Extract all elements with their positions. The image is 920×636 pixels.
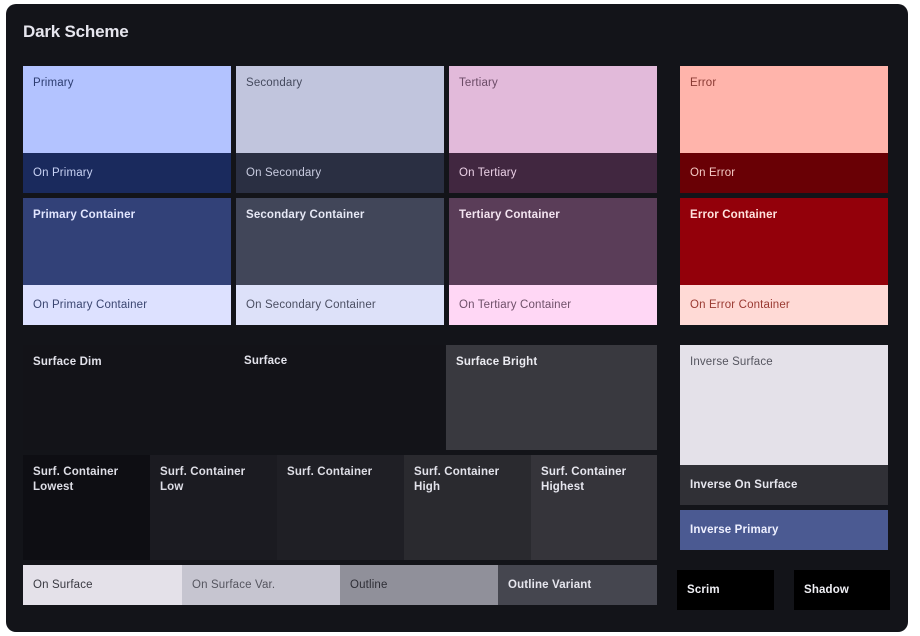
swatch-scrim-label: Scrim (687, 583, 720, 596)
swatch-outline-variant-label: Outline Variant (508, 578, 592, 591)
swatch-surface: Surface (234, 345, 445, 450)
swatch-shadow: Shadow (794, 570, 890, 610)
swatch-on-surface-label: On Surface (33, 578, 93, 591)
swatch-on-tertiary: On Tertiary (449, 153, 657, 193)
swatch-on-tertiary-container-label: On Tertiary Container (459, 298, 572, 311)
swatch-secondary-container: Secondary Container (236, 198, 444, 285)
swatch-error-label: Error (690, 77, 717, 89)
swatch-surface-label: Surface (244, 355, 288, 367)
swatch-inverse-primary: Inverse Primary (680, 510, 888, 550)
swatch-on-error: On Error (680, 153, 888, 193)
swatch-secondary-container-label: Secondary Container (246, 209, 365, 221)
swatch-on-secondary: On Secondary (236, 153, 444, 193)
swatch-on-error-container-label: On Error Container (690, 298, 790, 311)
scheme-title: Dark Scheme (23, 22, 129, 41)
swatch-surf-container-low-label-1: Surf. Container (160, 466, 246, 478)
swatch-surf-container-high-label-2: High (414, 481, 441, 493)
swatch-on-primary: On Primary (23, 153, 231, 193)
swatch-surf-container-highest: Surf. Container Highest (531, 455, 657, 560)
swatch-tertiary: Tertiary (449, 66, 657, 153)
swatch-error-container: Error Container (680, 198, 888, 285)
swatch-inverse-on-surface-label: Inverse On Surface (690, 478, 798, 491)
swatch-surf-container-highest-label-2: Highest (541, 481, 585, 493)
swatch-on-secondary-container: On Secondary Container (236, 285, 444, 325)
swatch-surf-container-low: Surf. Container Low (150, 455, 277, 560)
swatch-on-surface: On Surface (23, 565, 182, 605)
swatch-on-primary-label: On Primary (33, 166, 93, 179)
swatch-surf-container-high-label-1: Surf. Container (414, 466, 500, 478)
swatch-surf-container: Surf. Container (277, 455, 404, 560)
swatch-primary-container-label: Primary Container (33, 209, 136, 221)
swatch-primary-label: Primary (33, 77, 74, 89)
swatch-on-error-label: On Error (690, 166, 736, 179)
swatch-on-primary-container-label: On Primary Container (33, 298, 148, 311)
swatch-primary-container: Primary Container (23, 198, 231, 285)
swatch-on-surface-var: On Surface Var. (182, 565, 340, 605)
swatch-outline-variant: Outline Variant (498, 565, 657, 605)
swatch-surf-container-high: Surf. Container High (404, 455, 531, 560)
swatch-on-surface-var-label: On Surface Var. (192, 578, 276, 591)
swatch-surf-container-lowest: Surf. Container Lowest (23, 455, 150, 560)
swatch-inverse-on-surface: Inverse On Surface (680, 465, 888, 505)
swatch-error-container-label: Error Container (690, 209, 778, 221)
swatch-surf-container-lowest-label-2: Lowest (33, 481, 74, 493)
swatch-surface-dim: Surface Dim (23, 345, 234, 450)
swatch-surf-container-highest-label-1: Surf. Container (541, 466, 627, 478)
swatch-inverse-primary-label: Inverse Primary (690, 523, 779, 536)
swatch-tertiary-label: Tertiary (459, 77, 498, 89)
swatch-shadow-label: Shadow (804, 583, 849, 596)
swatch-surf-container-lowest-label-1: Surf. Container (33, 466, 119, 478)
swatch-on-tertiary-container: On Tertiary Container (449, 285, 657, 325)
swatch-tertiary-container-label: Tertiary Container (459, 209, 560, 221)
swatch-secondary-label: Secondary (246, 77, 303, 89)
swatch-surf-container-label: Surf. Container (287, 466, 373, 478)
swatch-surface-dim-label: Surface Dim (33, 356, 102, 368)
swatch-surface-bright: Surface Bright (446, 345, 657, 450)
swatch-surface-bright-label: Surface Bright (456, 356, 538, 368)
swatch-error: Error (680, 66, 888, 153)
swatch-outline: Outline (340, 565, 498, 605)
swatch-on-tertiary-label: On Tertiary (459, 166, 517, 179)
swatch-surf-container-low-label-2: Low (160, 481, 184, 493)
swatch-on-secondary-container-label: On Secondary Container (246, 298, 376, 311)
swatch-secondary: Secondary (236, 66, 444, 153)
swatch-tertiary-container: Tertiary Container (449, 198, 657, 285)
swatch-scrim: Scrim (677, 570, 774, 610)
swatch-on-error-container: On Error Container (680, 285, 888, 325)
swatch-on-primary-container: On Primary Container (23, 285, 231, 325)
swatch-on-secondary-label: On Secondary (246, 166, 322, 179)
swatch-outline-label: Outline (350, 578, 388, 591)
swatch-inverse-surface-label: Inverse Surface (690, 356, 773, 368)
swatch-inverse-surface: Inverse Surface (680, 345, 888, 465)
swatch-primary: Primary (23, 66, 231, 153)
